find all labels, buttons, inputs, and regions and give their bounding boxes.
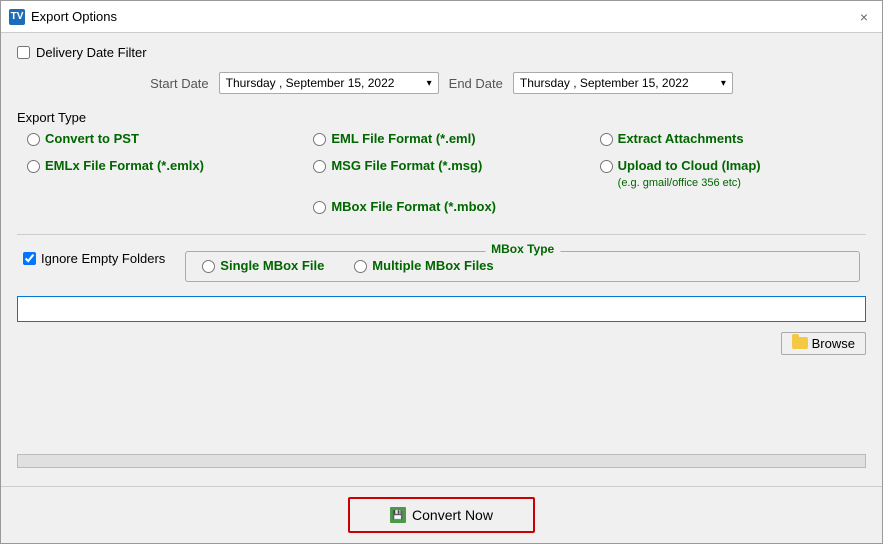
ignore-empty-checkbox[interactable] xyxy=(23,252,36,265)
separator xyxy=(17,234,866,235)
end-date-chevron-icon: ▾ xyxy=(721,78,726,89)
radio-label-msg[interactable]: MSG File Format (*.msg) xyxy=(331,158,482,175)
title-bar: TV Export Options × xyxy=(1,1,882,33)
browse-row: Browse xyxy=(17,332,866,355)
start-date-select[interactable]: Thursday , September 15, 2022 ▾ xyxy=(219,72,439,94)
start-date-chevron-icon: ▾ xyxy=(427,78,432,89)
delivery-date-checkbox[interactable] xyxy=(17,46,30,59)
radio-label-eml[interactable]: EML File Format (*.eml) xyxy=(331,131,475,148)
radio-option-cloud[interactable]: Upload to Cloud (Imap) (e.g. gmail/offic… xyxy=(600,158,866,189)
app-icon: TV xyxy=(9,9,25,25)
radio-label-emlx[interactable]: EMLx File Format (*.emlx) xyxy=(45,158,204,175)
export-type-title: Export Type xyxy=(17,110,866,125)
convert-now-button[interactable]: 💾 Convert Now xyxy=(348,497,535,533)
radio-label-pst[interactable]: Convert to PST xyxy=(45,131,139,148)
radio-option-eml[interactable]: EML File Format (*.eml) xyxy=(313,131,579,148)
radio-label-mbox[interactable]: MBox File Format (*.mbox) xyxy=(331,199,496,216)
options-row: Ignore Empty Folders MBox Type Single MB… xyxy=(17,247,866,286)
end-date-select[interactable]: Thursday , September 15, 2022 ▾ xyxy=(513,72,733,94)
radio-label-cloud[interactable]: Upload to Cloud (Imap) xyxy=(618,158,761,173)
radio-option-emlx[interactable]: EMLx File Format (*.emlx) xyxy=(27,158,293,189)
export-type-section: Export Type Convert to PST EML File Form… xyxy=(17,106,866,222)
radio-multiple-mbox[interactable]: Multiple MBox Files xyxy=(354,258,493,275)
multiple-mbox-label[interactable]: Multiple MBox Files xyxy=(372,258,493,275)
radio-option-msg[interactable]: MSG File Format (*.msg) xyxy=(313,158,579,189)
export-options-window: TV Export Options × Delivery Date Filter… xyxy=(0,0,883,544)
radio-label-extract[interactable]: Extract Attachments xyxy=(618,131,744,148)
path-row xyxy=(17,294,866,324)
date-row: Start Date Thursday , September 15, 2022… xyxy=(17,68,866,98)
radio-single-mbox[interactable]: Single MBox File xyxy=(202,258,324,275)
convert-label: Convert Now xyxy=(412,507,493,523)
close-button[interactable]: × xyxy=(854,7,874,27)
radio-option-mbox[interactable]: MBox File Format (*.mbox) xyxy=(313,199,579,216)
delivery-filter-row: Delivery Date Filter xyxy=(17,45,866,60)
mbox-options: Single MBox File Multiple MBox Files xyxy=(202,256,843,275)
window-title: Export Options xyxy=(31,9,854,24)
end-date-value: Thursday , September 15, 2022 xyxy=(520,76,689,90)
path-input[interactable] xyxy=(17,296,866,322)
single-mbox-label[interactable]: Single MBox File xyxy=(220,258,324,275)
main-content: Delivery Date Filter Start Date Thursday… xyxy=(1,33,882,486)
cloud-sublabel: (e.g. gmail/office 356 etc) xyxy=(618,177,761,189)
ignore-empty-label[interactable]: Ignore Empty Folders xyxy=(41,251,165,266)
spacer xyxy=(17,363,866,446)
mbox-type-group: MBox Type Single MBox File Multiple MBox… xyxy=(185,251,860,282)
delivery-date-label[interactable]: Delivery Date Filter xyxy=(36,45,147,60)
browse-label: Browse xyxy=(812,336,855,351)
bottom-bar: 💾 Convert Now xyxy=(1,486,882,543)
start-date-value: Thursday , September 15, 2022 xyxy=(226,76,395,90)
export-type-grid: Convert to PST EML File Format (*.eml) E… xyxy=(17,125,866,222)
folder-icon xyxy=(792,337,808,349)
radio-option-extract[interactable]: Extract Attachments xyxy=(600,131,866,148)
progress-bar xyxy=(17,454,866,468)
end-date-label: End Date xyxy=(449,76,503,91)
mbox-type-legend: MBox Type xyxy=(485,242,560,256)
browse-button[interactable]: Browse xyxy=(781,332,866,355)
save-icon: 💾 xyxy=(390,507,406,523)
radio-option-pst[interactable]: Convert to PST xyxy=(27,131,293,148)
ignore-empty-option[interactable]: Ignore Empty Folders xyxy=(23,251,165,266)
start-date-label: Start Date xyxy=(150,76,209,91)
